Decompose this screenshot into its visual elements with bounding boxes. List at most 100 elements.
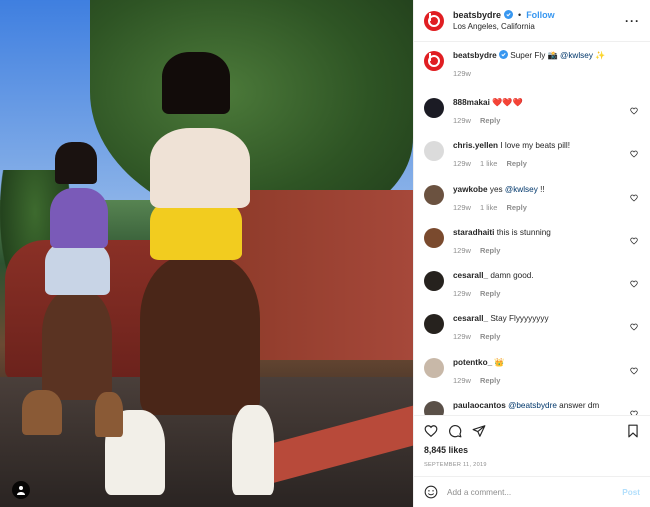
comment-row: chris.yellen I love my beats pill! 129w 1 … [424,140,640,183]
avatar[interactable] [424,184,444,205]
reply-button[interactable]: Reply [480,289,500,298]
comment-text: potentko_ 👑 [453,357,640,368]
comment-time[interactable]: 129w [453,289,471,298]
caption-mention[interactable]: @kwlsey [560,51,593,60]
comment-like-heart-icon[interactable] [630,102,638,115]
comment-row: yawkobe yes @kwlsey !! 129w 1 like Reply [424,184,640,227]
comment-likes[interactable]: 1 like [480,203,498,212]
post-comment-button[interactable]: Post [622,488,640,497]
user-icon [17,486,25,495]
avatar[interactable] [424,98,444,118]
more-options-icon[interactable]: ··· [625,14,640,28]
comment-mention[interactable]: @beatsbydre [508,401,557,410]
caption-username[interactable]: beatsbydre [453,51,497,60]
header-text: beatsbydre • Follow Los Angeles, Califor… [453,9,625,33]
reply-button[interactable]: Reply [480,246,500,255]
comment-like-heart-icon[interactable] [630,145,638,158]
comment-body: paulaocantos @beatsbydre answer dm [453,400,640,415]
location-link[interactable]: Los Angeles, California [453,21,625,33]
avatar[interactable] [424,10,444,31]
comment-time[interactable]: 129w [453,246,471,255]
comment-time[interactable]: 129w [453,203,471,212]
reply-button[interactable]: Reply [506,203,526,212]
comment-body: potentko_ 👑 129w Reply [453,357,640,400]
avatar[interactable] [424,314,444,335]
reply-button[interactable]: Reply [506,159,526,168]
comment-text: yawkobe yes @kwlsey !! [453,184,640,195]
caption-time[interactable]: 129w [453,69,471,78]
roller-skate [232,405,274,495]
comment-username[interactable]: staradhaiti [453,228,494,237]
comment-like-heart-icon[interactable] [630,275,638,288]
verified-badge-icon [504,10,514,19]
header-username[interactable]: beatsbydre [453,9,501,21]
header-top-row: beatsbydre • Follow [453,9,625,21]
comment-time[interactable]: 129w [453,376,471,385]
comment-meta: 129w 1 like Reply [453,159,640,168]
comment-likes[interactable]: 1 like [480,159,498,168]
avatar[interactable] [424,227,444,248]
comment-row: cesarall_ Stay Flyyyyyyyy 129w Reply [424,313,640,356]
comment-username[interactable]: 888makai [453,98,490,107]
comment-body-text: 👑 [494,357,505,367]
beats-logo-icon [428,53,440,67]
instagram-post: beatsbydre • Follow Los Angeles, Califor… [0,0,650,507]
post-header: beatsbydre • Follow Los Angeles, Califor… [414,0,650,42]
avatar[interactable] [424,51,444,71]
post-sidebar: beatsbydre • Follow Los Angeles, Califor… [413,0,650,507]
comment-body-text: this is stunning [496,227,551,237]
avatar[interactable] [424,357,444,378]
comment-suffix: answer dm [556,401,600,411]
comment-like-heart-icon[interactable] [630,189,638,202]
emoji-icon[interactable] [424,485,438,499]
comments-list[interactable]: beatsbydre Super Fly 📸 @kwlsey ✨ 129w 88… [414,42,650,415]
comment-time[interactable]: 129w [453,332,471,341]
person-left-legs [42,290,112,400]
comment-suffix: !! [537,184,545,194]
roller-skate [95,392,123,437]
reply-button[interactable]: Reply [480,332,500,341]
comment-like-heart-icon[interactable] [630,318,638,331]
reply-button[interactable]: Reply [480,376,500,385]
avatar[interactable] [424,271,444,292]
beats-logo-icon [428,12,440,27]
comment-text: 888makai ❤️❤️❤️ [453,97,640,108]
comment-meta: 129w Reply [453,116,640,125]
share-icon[interactable] [472,424,486,438]
reply-button[interactable]: Reply [480,116,500,125]
comment-mention[interactable]: @kwlsey [505,185,538,194]
comment-time[interactable]: 129w [453,159,471,168]
tagged-users-button[interactable] [12,481,30,499]
comment-body: yawkobe yes @kwlsey !! 129w 1 like Reply [453,184,640,227]
comment-like-heart-icon[interactable] [630,405,638,415]
comment-body-text: I love my beats pill! [500,141,570,151]
comment-like-heart-icon[interactable] [630,362,638,375]
avatar[interactable] [424,401,444,415]
comment-like-heart-icon[interactable] [630,232,638,245]
comment-time[interactable]: 129w [453,116,471,125]
comment-username[interactable]: cesarall_ [453,314,488,323]
comment-icon[interactable] [448,424,462,438]
comment-row: 888makai ❤️❤️❤️ 129w Reply [424,97,640,140]
separator-dot: • [518,9,522,20]
heart-icon[interactable] [424,424,438,438]
comment-username[interactable]: cesarall_ [453,271,488,280]
comment-row: potentko_ 👑 129w Reply [424,357,640,400]
comment-body-text: ❤️❤️❤️ [492,98,523,107]
follow-button[interactable]: Follow [526,9,555,21]
post-photo[interactable] [0,0,413,507]
comment-username[interactable]: potentko_ [453,358,492,367]
person-left-hair [55,142,97,184]
comment-username[interactable]: paulaocantos [453,401,506,410]
comment-input[interactable] [447,487,623,497]
action-bar [414,415,650,445]
bookmark-icon[interactable] [626,424,640,438]
comment-username[interactable]: yawkobe [453,185,488,194]
likes-count[interactable]: 8,845 likes [414,445,650,459]
comment-text: paulaocantos @beatsbydre answer dm [453,400,640,411]
roller-skate [22,390,62,435]
comment-body: staradhaiti this is stunning 129w Reply [453,227,640,270]
caption-body-text: Super Fly 📸 [510,51,561,60]
avatar[interactable] [424,141,444,162]
comment-username[interactable]: chris.yellen [453,141,498,150]
